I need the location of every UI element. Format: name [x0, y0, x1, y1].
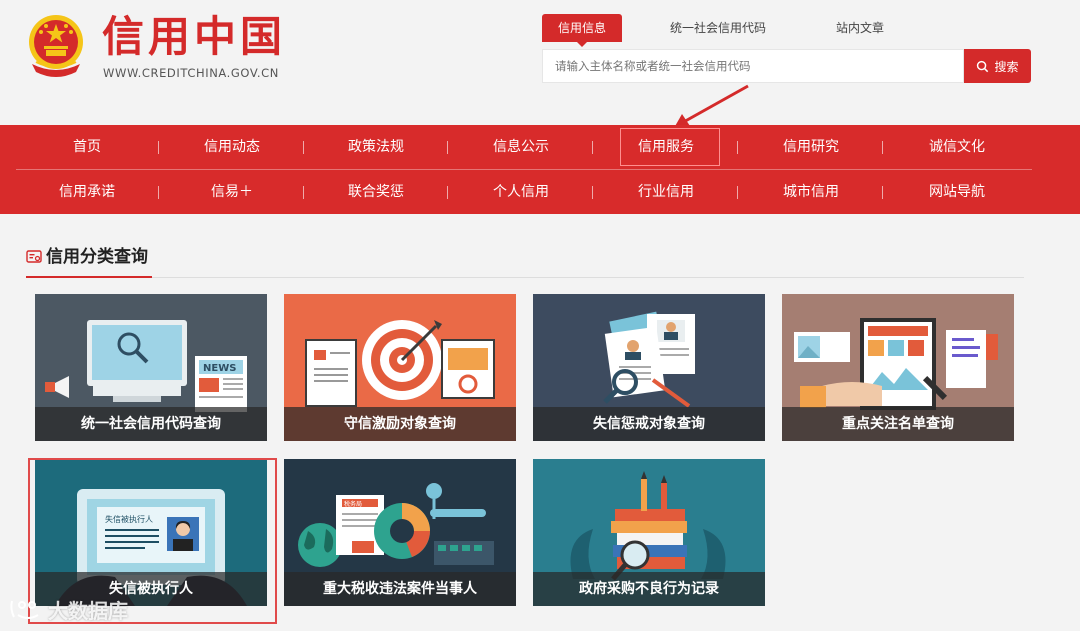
card-label: 失信惩戒对象查询 — [533, 407, 765, 441]
search-button[interactable]: 搜索 — [964, 49, 1031, 83]
watermark: 大数据库 — [8, 594, 128, 624]
nav-item-site-navigation[interactable]: 网站导航 — [897, 170, 1017, 214]
page: 信用中国 WWW.CREDITCHINA.GOV.CN 信用信息 统一社会信用代… — [0, 0, 1080, 631]
nav-separator — [447, 186, 448, 199]
nav-separator — [592, 141, 593, 154]
card-label: 重大税收违法案件当事人 — [284, 572, 516, 606]
main-nav: 首页 信用动态 政策法规 信息公示 信用服务 信用研究 诚信文化 信用承诺 信易… — [0, 125, 1080, 214]
credit-card-icon — [26, 250, 42, 263]
nav-separator — [158, 186, 159, 199]
card-label: 重点关注名单查询 — [782, 407, 1014, 441]
nav-item-xinyi-plus[interactable]: 信易＋ — [172, 170, 292, 214]
svg-text:失信被执行人: 失信被执行人 — [105, 514, 153, 524]
card-trustworthy-incentive-query[interactable]: 守信激励对象查询 — [284, 294, 516, 441]
card-dishonest-punishment-query[interactable]: 失信惩戒对象查询 — [533, 294, 765, 441]
card-label: 统一社会信用代码查询 — [35, 407, 267, 441]
card-label: 守信激励对象查询 — [284, 407, 516, 441]
svg-text:NEWS: NEWS — [203, 363, 236, 374]
search-icon — [977, 60, 989, 72]
card-major-tax-violation-party[interactable]: 税务局 重大税收违法案件当事人 — [284, 459, 516, 606]
nav-item-integrity-culture[interactable]: 诚信文化 — [897, 125, 1017, 169]
nav-item-industry-credit[interactable]: 行业信用 — [606, 170, 726, 214]
card-key-attention-list-query[interactable]: 重点关注名单查询 — [782, 294, 1014, 441]
tab-credit-info[interactable]: 信用信息 — [542, 14, 622, 47]
tab-site-articles[interactable]: 站内文章 — [836, 14, 884, 42]
card-government-procurement-bad-records[interactable]: 政府采购不良行为记录 — [533, 459, 765, 606]
nav-separator — [737, 141, 738, 154]
nav-item-credit-research[interactable]: 信用研究 — [751, 125, 871, 169]
card-label: 政府采购不良行为记录 — [533, 572, 765, 606]
nav-item-credit-news[interactable]: 信用动态 — [172, 125, 292, 169]
nav-item-policy[interactable]: 政策法规 — [316, 125, 436, 169]
nav-separator — [882, 186, 883, 199]
nav-item-home[interactable]: 首页 — [27, 125, 147, 169]
site-url: WWW.CREDITCHINA.GOV.CN — [103, 66, 279, 80]
nav-row-2: 信用承诺 信易＋ 联合奖惩 个人信用 行业信用 城市信用 网站导航 — [0, 170, 1080, 214]
nav-separator — [303, 186, 304, 199]
nav-item-personal-credit[interactable]: 个人信用 — [461, 170, 581, 214]
section-underline — [26, 276, 152, 278]
header: 信用中国 WWW.CREDITCHINA.GOV.CN 信用信息 统一社会信用代… — [0, 0, 1080, 128]
nav-row-1: 首页 信用动态 政策法规 信息公示 信用服务 信用研究 诚信文化 — [0, 125, 1080, 169]
svg-text:税务局: 税务局 — [344, 500, 362, 508]
search-input[interactable] — [542, 49, 964, 83]
watermark-logo-icon — [10, 600, 39, 619]
nav-separator — [592, 186, 593, 199]
nav-separator — [447, 141, 448, 154]
section-header: 信用分类查询 — [26, 244, 1024, 278]
nav-item-credit-commitment[interactable]: 信用承诺 — [27, 170, 147, 214]
section-title: 信用分类查询 — [46, 247, 148, 267]
nav-item-joint-rewards[interactable]: 联合奖惩 — [316, 170, 436, 214]
site-logo-text[interactable]: 信用中国 — [102, 12, 286, 62]
nav-separator — [303, 141, 304, 154]
search-button-label: 搜索 — [994, 59, 1019, 74]
national-emblem-icon — [29, 15, 83, 77]
card-unified-credit-code-query[interactable]: NEWS 统一社会信用代码查询 — [35, 294, 267, 441]
nav-item-city-credit[interactable]: 城市信用 — [751, 170, 871, 214]
nav-separator — [882, 141, 883, 154]
watermark-text: 大数据库 — [48, 598, 128, 623]
card-dishonest-judgment-debtor[interactable]: 失信被执行人 失信被执行人 — [35, 459, 267, 606]
nav-separator — [737, 186, 738, 199]
tab-unified-credit-code[interactable]: 统一社会信用代码 — [670, 14, 766, 42]
nav-item-info-publicity[interactable]: 信息公示 — [461, 125, 581, 169]
nav-separator — [158, 141, 159, 154]
nav-item-credit-services[interactable]: 信用服务 — [606, 125, 726, 169]
